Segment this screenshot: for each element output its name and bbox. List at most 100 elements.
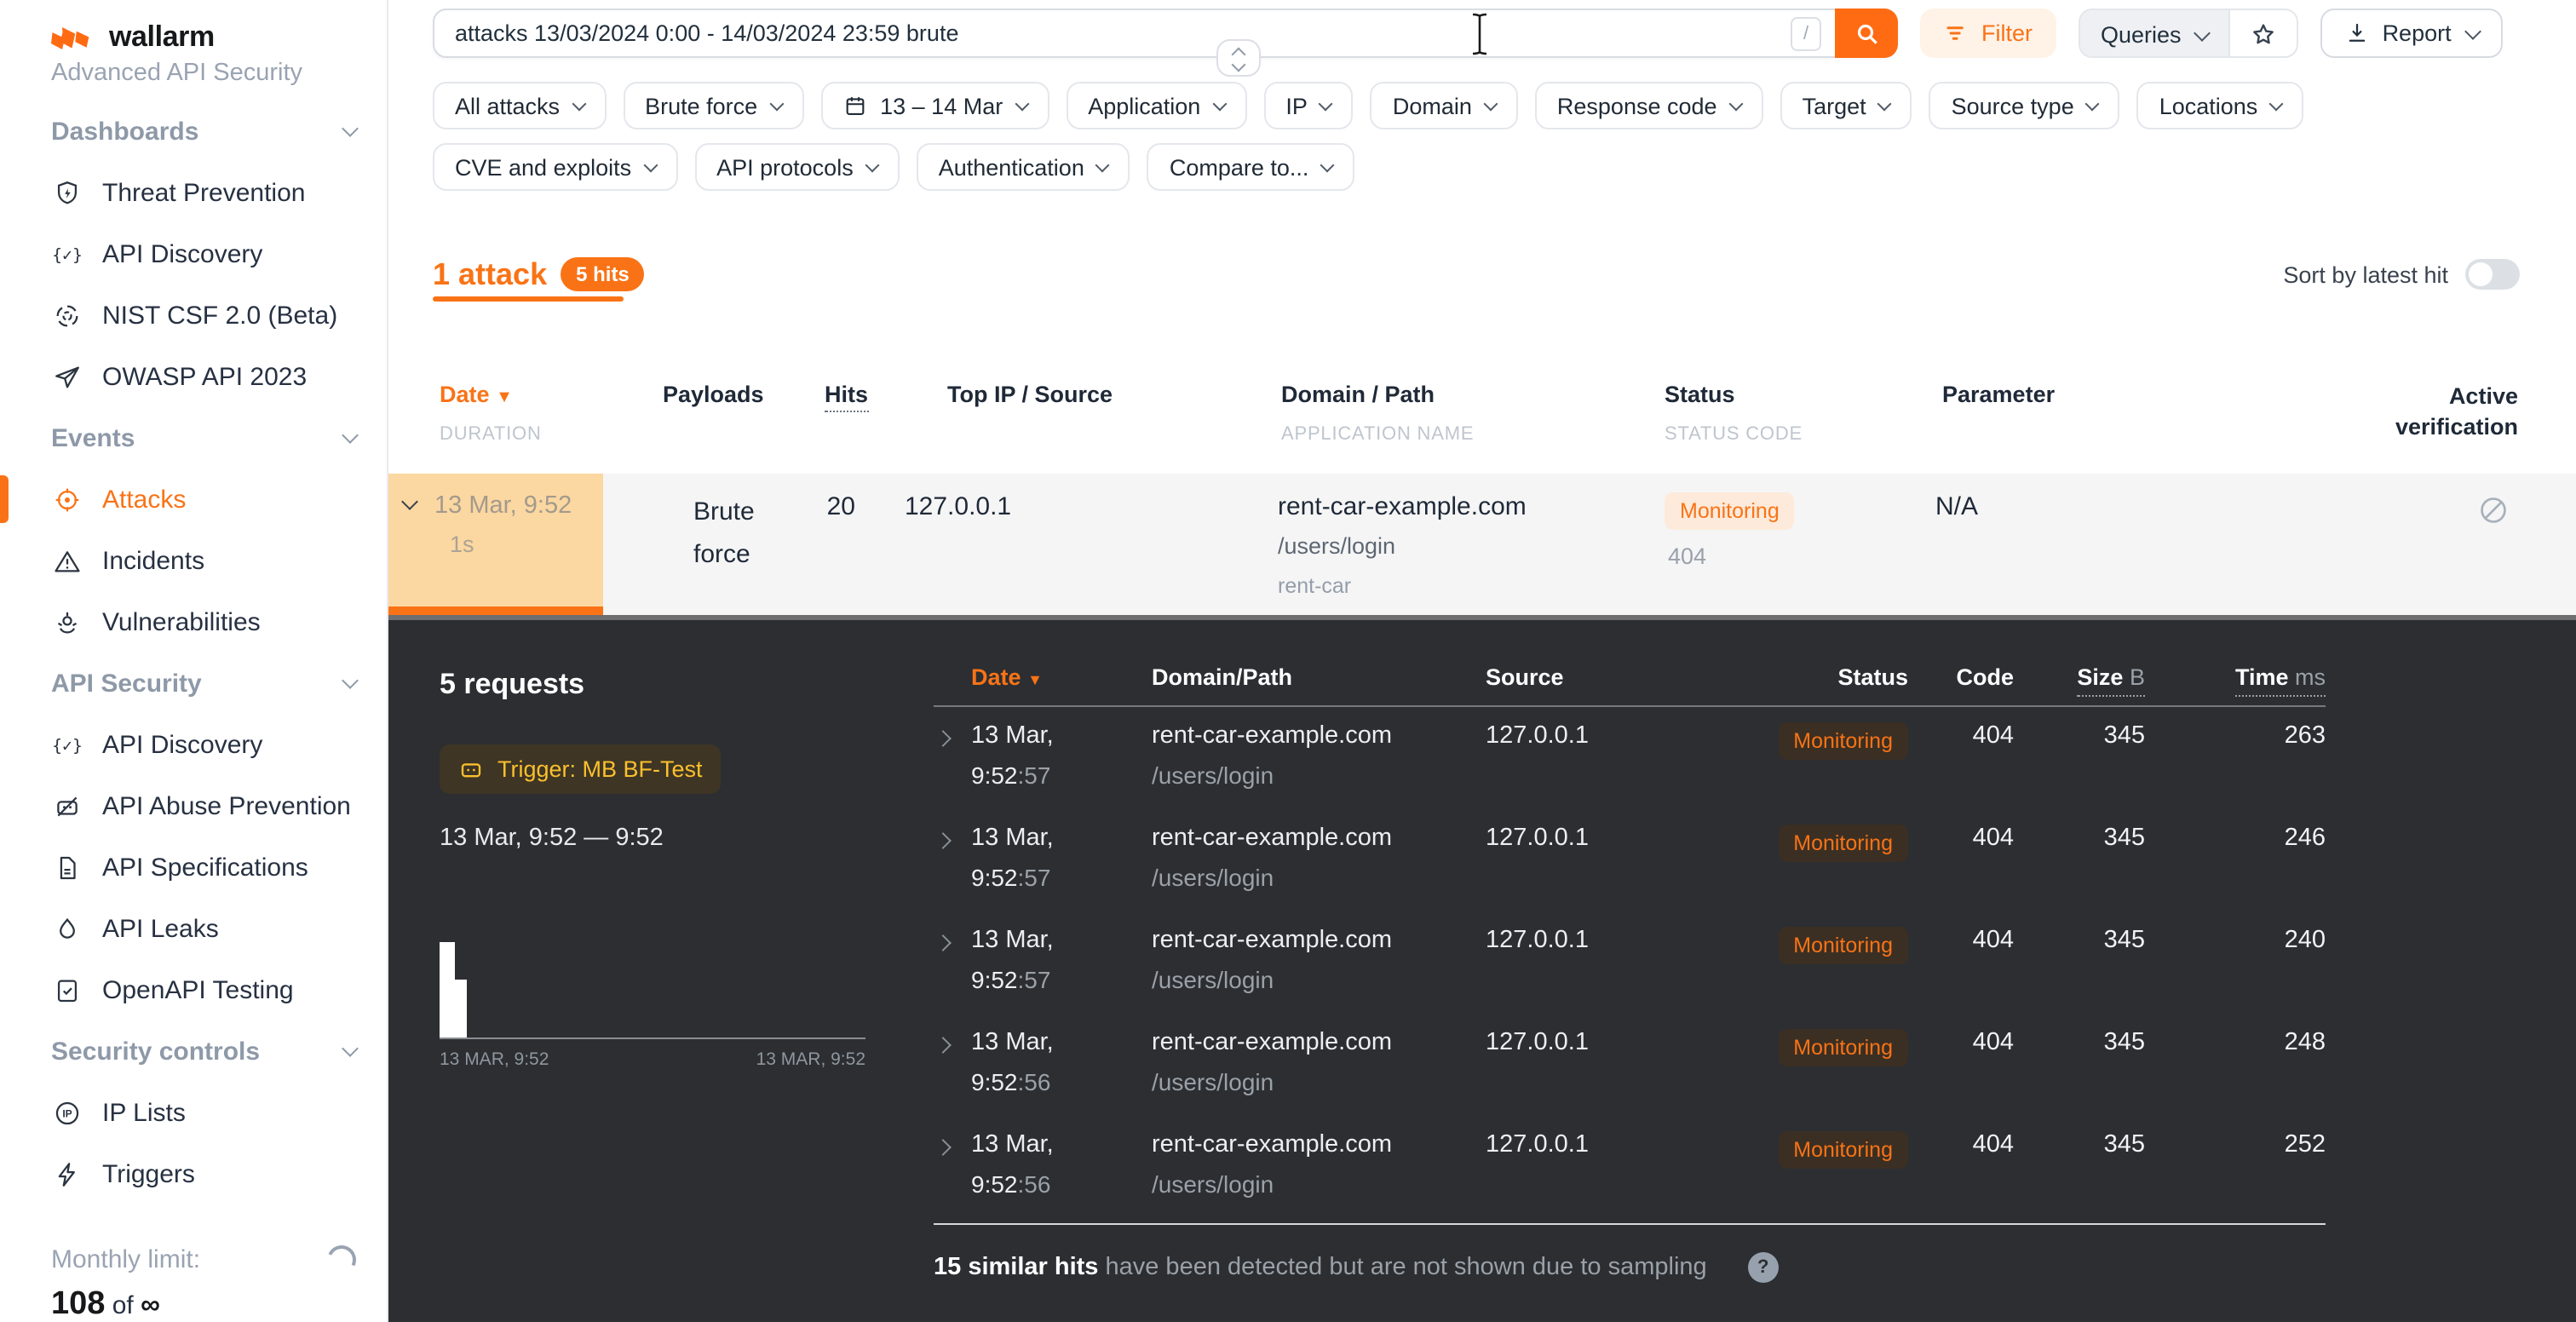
chip-brute-force[interactable]: Brute force bbox=[623, 82, 803, 129]
chip-target[interactable]: Target bbox=[1780, 82, 1912, 129]
sampling-note: 15 similar hits have been detected but a… bbox=[934, 1252, 2326, 1283]
attack-payload: Brute force bbox=[693, 492, 785, 577]
sidebar-item-owasp-api[interactable]: OWASP API 2023 bbox=[0, 346, 387, 407]
logo[interactable]: wallarm bbox=[51, 20, 387, 55]
column-hits[interactable]: Hits bbox=[825, 382, 868, 407]
chevron-down-icon bbox=[1728, 96, 1743, 111]
filter-button[interactable]: Filter bbox=[1920, 9, 2056, 58]
chevron-down-icon bbox=[1212, 96, 1227, 111]
column-top-ip: Top IP / Source bbox=[947, 382, 1113, 407]
attack-date-cell[interactable]: 13 Mar, 9:52 1s bbox=[388, 474, 603, 606]
hits-badge: 5 hits bbox=[561, 257, 645, 291]
req-column-date[interactable]: Date ▼ bbox=[971, 664, 1152, 690]
details-summary-column: 5 requests Trigger: MB BF-Test 13 Mar, 9… bbox=[388, 620, 934, 1322]
chip-source-type[interactable]: Source type bbox=[1929, 82, 2120, 129]
requests-mini-chart: 13 MAR, 9:52 13 MAR, 9:52 bbox=[440, 940, 865, 1070]
req-column-size[interactable]: Size B bbox=[2014, 664, 2145, 690]
section-events[interactable]: Events bbox=[0, 407, 387, 468]
chevron-down-icon bbox=[1320, 158, 1335, 172]
search-expander[interactable] bbox=[1216, 39, 1261, 77]
chevron-down-icon bbox=[769, 96, 784, 111]
request-row[interactable]: 13 Mar,9:52:57 rent-car-example.com/user… bbox=[934, 911, 2326, 1014]
chip-domain[interactable]: Domain bbox=[1371, 82, 1518, 129]
attack-domain[interactable]: rent-car-example.com bbox=[1278, 492, 1527, 521]
sidebar: wallarm Advanced API Security Dashboards… bbox=[0, 0, 388, 1322]
sidebar-item-api-discovery-2[interactable]: {✓} API Discovery bbox=[0, 714, 387, 775]
attack-parameter: N/A bbox=[1935, 492, 1978, 521]
attack-row[interactable]: 13 Mar, 9:52 1s Brute force 20 127.0.0.1… bbox=[388, 474, 2576, 615]
robot-icon bbox=[51, 790, 82, 821]
sidebar-item-triggers[interactable]: Triggers bbox=[0, 1143, 387, 1204]
braces-icon: {✓} bbox=[51, 239, 82, 269]
queries-button[interactable]: Queries bbox=[2080, 10, 2229, 58]
search-box: / bbox=[433, 9, 1898, 58]
chip-compare-to[interactable]: Compare to... bbox=[1147, 143, 1355, 191]
req-column-status: Status bbox=[1775, 664, 1908, 690]
trigger-badge[interactable]: Trigger: MB BF-Test bbox=[440, 744, 722, 794]
req-column-source: Source bbox=[1486, 664, 1775, 690]
document-icon bbox=[51, 852, 82, 882]
search-button[interactable] bbox=[1835, 9, 1898, 58]
sidebar-item-vulnerabilities[interactable]: Vulnerabilities bbox=[0, 591, 387, 652]
chevron-right-icon bbox=[934, 832, 952, 849]
active-verification-disabled-icon[interactable] bbox=[2477, 494, 2510, 526]
request-row[interactable]: 13 Mar,9:52:56 rent-car-example.com/user… bbox=[934, 1116, 2326, 1218]
section-api-security[interactable]: API Security bbox=[0, 652, 387, 714]
chevron-down-icon bbox=[2464, 22, 2481, 39]
sidebar-item-incidents[interactable]: Incidents bbox=[0, 530, 387, 591]
main-content: / Filter Queries Report bbox=[388, 0, 2576, 1322]
chart-bar bbox=[455, 980, 467, 1037]
help-icon[interactable]: ? bbox=[1748, 1252, 1779, 1283]
status-badge: Monitoring bbox=[1778, 927, 1908, 964]
attack-duration: 1s bbox=[450, 526, 572, 563]
chevron-down-icon bbox=[865, 158, 879, 172]
chip-ip[interactable]: IP bbox=[1263, 82, 1354, 129]
column-status-code: STATUS CODE bbox=[1665, 424, 1803, 445]
attack-top-ip[interactable]: 127.0.0.1 bbox=[905, 492, 1011, 521]
chevron-right-icon bbox=[934, 1037, 952, 1054]
braces-icon: {✓} bbox=[51, 729, 82, 760]
column-application-name: APPLICATION NAME bbox=[1281, 424, 1474, 445]
request-row[interactable]: 13 Mar,9:52:57 rent-car-example.com/user… bbox=[934, 809, 2326, 911]
chip-all-attacks[interactable]: All attacks bbox=[433, 82, 606, 129]
sidebar-item-ip-lists[interactable]: IP IP Lists bbox=[0, 1082, 387, 1143]
monthly-limit-label: Monthly limit: bbox=[51, 1245, 200, 1274]
sidebar-item-api-leaks[interactable]: API Leaks bbox=[0, 898, 387, 959]
section-dashboards[interactable]: Dashboards bbox=[0, 101, 387, 162]
chip-cve-exploits[interactable]: CVE and exploits bbox=[433, 143, 677, 191]
sort-by-latest-hit-toggle[interactable] bbox=[2465, 259, 2520, 290]
sidebar-item-threat-prevention[interactable]: Threat Prevention bbox=[0, 162, 387, 223]
biohazard-icon bbox=[51, 606, 82, 637]
book-check-icon bbox=[51, 974, 82, 1005]
sidebar-item-api-specifications[interactable]: API Specifications bbox=[0, 836, 387, 898]
req-column-time[interactable]: Time ms bbox=[2145, 664, 2326, 690]
chevron-down-icon bbox=[572, 96, 586, 111]
sidebar-item-openapi-testing[interactable]: OpenAPI Testing bbox=[0, 959, 387, 1020]
section-security-controls[interactable]: Security controls bbox=[0, 1020, 387, 1082]
search-input[interactable] bbox=[434, 20, 1791, 46]
attack-path: /users/login bbox=[1278, 533, 1527, 559]
chip-api-protocols[interactable]: API protocols bbox=[694, 143, 900, 191]
request-row[interactable]: 13 Mar,9:52:57 rent-car-example.com/user… bbox=[934, 707, 2326, 809]
sidebar-item-attacks[interactable]: Attacks bbox=[0, 468, 387, 530]
chip-date-range[interactable]: 13 – 14 Mar bbox=[820, 82, 1049, 129]
favorite-button[interactable] bbox=[2229, 10, 2297, 58]
chip-application[interactable]: Application bbox=[1066, 82, 1246, 129]
filter-chips-row-1: All attacks Brute force 13 – 14 Mar Appl… bbox=[433, 82, 2520, 129]
sidebar-item-nist-csf[interactable]: NIST CSF 2.0 (Beta) bbox=[0, 285, 387, 346]
chevron-right-icon bbox=[934, 730, 952, 747]
sidebar-item-api-discovery[interactable]: {✓} API Discovery bbox=[0, 223, 387, 285]
sort-toggle-label: Sort by latest hit bbox=[2283, 262, 2448, 287]
chip-response-code[interactable]: Response code bbox=[1535, 82, 1763, 129]
request-row[interactable]: 13 Mar,9:52:56 rent-car-example.com/user… bbox=[934, 1014, 2326, 1116]
sidebar-item-api-abuse-prevention[interactable]: API Abuse Prevention bbox=[0, 775, 387, 836]
column-duration: DURATION bbox=[440, 424, 542, 445]
chip-locations[interactable]: Locations bbox=[2137, 82, 2304, 129]
droplet-icon bbox=[51, 913, 82, 944]
status-badge: Monitoring bbox=[1778, 825, 1908, 862]
chart-x-start: 13 MAR, 9:52 bbox=[440, 1049, 549, 1070]
chip-authentication[interactable]: Authentication bbox=[917, 143, 1130, 191]
robot-icon bbox=[458, 756, 484, 782]
column-date[interactable]: Date ▼ bbox=[440, 382, 513, 407]
report-button[interactable]: Report bbox=[2321, 9, 2503, 58]
